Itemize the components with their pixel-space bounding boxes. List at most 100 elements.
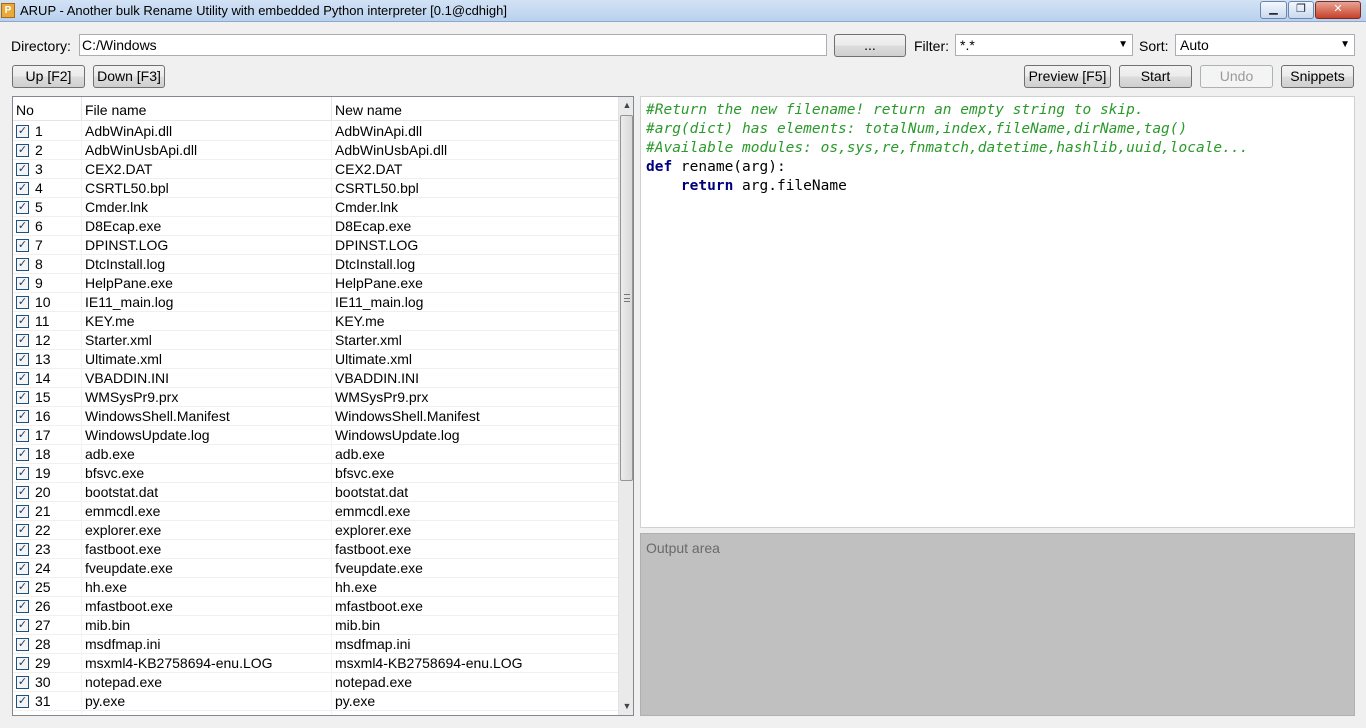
- row-checkbox[interactable]: ✓: [16, 201, 29, 214]
- row-new-name[interactable]: D8Ecap.exe: [335, 217, 617, 236]
- close-button[interactable]: ✕: [1315, 1, 1361, 19]
- row-checkbox[interactable]: ✓: [16, 315, 29, 328]
- row-new-name[interactable]: Cmder.lnk: [335, 198, 617, 217]
- row-new-name[interactable]: explorer.exe: [335, 521, 617, 540]
- row-checkbox[interactable]: ✓: [16, 676, 29, 689]
- row-new-name[interactable]: HelpPane.exe: [335, 274, 617, 293]
- row-checkbox[interactable]: ✓: [16, 619, 29, 632]
- table-row[interactable]: ✓ 6 D8Ecap.exe D8Ecap.exe: [13, 217, 618, 236]
- browse-button[interactable]: ...: [834, 34, 906, 57]
- table-row[interactable]: ✓ 5 Cmder.lnk Cmder.lnk: [13, 198, 618, 217]
- row-checkbox[interactable]: ✓: [16, 600, 29, 613]
- row-new-name[interactable]: AdbWinUsbApi.dll: [335, 141, 617, 160]
- table-row[interactable]: ✓ 12 Starter.xml Starter.xml: [13, 331, 618, 350]
- row-checkbox[interactable]: ✓: [16, 125, 29, 138]
- scroll-down-icon[interactable]: ▼: [619, 698, 633, 715]
- row-new-name[interactable]: IE11_main.log: [335, 293, 617, 312]
- row-new-name[interactable]: msxml4-KB2758694-enu.LOG: [335, 654, 617, 673]
- table-row[interactable]: ✓ 30 notepad.exe notepad.exe: [13, 673, 618, 692]
- row-new-name[interactable]: DtcInstall.log: [335, 255, 617, 274]
- row-new-name[interactable]: bootstat.dat: [335, 483, 617, 502]
- row-new-name[interactable]: WMSysPr9.prx: [335, 388, 617, 407]
- table-row[interactable]: ✓ 13 Ultimate.xml Ultimate.xml: [13, 350, 618, 369]
- column-header-new-name[interactable]: New name: [332, 97, 618, 121]
- table-row[interactable]: ✓ 14 VBADDIN.INI VBADDIN.INI: [13, 369, 618, 388]
- table-row[interactable]: ✓ 22 explorer.exe explorer.exe: [13, 521, 618, 540]
- row-new-name[interactable]: CSRTL50.bpl: [335, 179, 617, 198]
- table-row[interactable]: ✓ 20 bootstat.dat bootstat.dat: [13, 483, 618, 502]
- table-row[interactable]: ✓ 29 msxml4-KB2758694-enu.LOG msxml4-KB2758…: [13, 654, 618, 673]
- filter-select[interactable]: *.* ▼: [955, 34, 1133, 56]
- maximize-button[interactable]: ❐: [1288, 1, 1314, 19]
- file-list[interactable]: No File name New name ✓ 1 AdbWinApi.dll Adb…: [12, 96, 634, 716]
- row-checkbox[interactable]: ✓: [16, 239, 29, 252]
- row-checkbox[interactable]: ✓: [16, 638, 29, 651]
- table-row[interactable]: ✓ 23 fastboot.exe fastboot.exe: [13, 540, 618, 559]
- row-new-name[interactable]: VBADDIN.INI: [335, 369, 617, 388]
- up-button[interactable]: Up [F2]: [12, 65, 85, 88]
- row-checkbox[interactable]: ✓: [16, 334, 29, 347]
- table-row[interactable]: ✓ 4 CSRTL50.bpl CSRTL50.bpl: [13, 179, 618, 198]
- row-new-name[interactable]: mfastboot.exe: [335, 597, 617, 616]
- row-checkbox[interactable]: ✓: [16, 163, 29, 176]
- row-new-name[interactable]: notepad.exe: [335, 673, 617, 692]
- row-new-name[interactable]: WindowsUpdate.log: [335, 426, 617, 445]
- row-new-name[interactable]: Ultimate.xml: [335, 350, 617, 369]
- snippets-button[interactable]: Snippets: [1281, 65, 1354, 88]
- row-checkbox[interactable]: ✓: [16, 429, 29, 442]
- row-checkbox[interactable]: ✓: [16, 277, 29, 290]
- row-checkbox[interactable]: ✓: [16, 144, 29, 157]
- table-row[interactable]: ✓ 10 IE11_main.log IE11_main.log: [13, 293, 618, 312]
- undo-button[interactable]: Undo: [1200, 65, 1273, 88]
- row-new-name[interactable]: Starter.xml: [335, 331, 617, 350]
- row-new-name[interactable]: WindowsShell.Manifest: [335, 407, 617, 426]
- row-new-name[interactable]: emmcdl.exe: [335, 502, 617, 521]
- table-row[interactable]: ✓ 9 HelpPane.exe HelpPane.exe: [13, 274, 618, 293]
- column-header-file-name[interactable]: File name: [82, 97, 332, 121]
- row-checkbox[interactable]: ✓: [16, 695, 29, 708]
- row-new-name[interactable]: fveupdate.exe: [335, 559, 617, 578]
- table-row[interactable]: ✓ 16 WindowsShell.Manifest WindowsShell.Man…: [13, 407, 618, 426]
- table-row[interactable]: ✓ 24 fveupdate.exe fveupdate.exe: [13, 559, 618, 578]
- row-new-name[interactable]: bfsvc.exe: [335, 464, 617, 483]
- row-checkbox[interactable]: ✓: [16, 562, 29, 575]
- vertical-scrollbar[interactable]: ▲ ▼: [618, 97, 633, 715]
- table-row[interactable]: ✓ 19 bfsvc.exe bfsvc.exe: [13, 464, 618, 483]
- scrollbar-thumb[interactable]: [620, 115, 633, 481]
- row-checkbox[interactable]: ✓: [16, 486, 29, 499]
- row-checkbox[interactable]: ✓: [16, 505, 29, 518]
- table-row[interactable]: ✓ 25 hh.exe hh.exe: [13, 578, 618, 597]
- row-new-name[interactable]: fastboot.exe: [335, 540, 617, 559]
- table-row[interactable]: ✓ 31 py.exe py.exe: [13, 692, 618, 711]
- row-checkbox[interactable]: ✓: [16, 524, 29, 537]
- code-editor[interactable]: #Return the new filename! return an empt…: [640, 96, 1355, 528]
- row-checkbox[interactable]: ✓: [16, 543, 29, 556]
- row-new-name[interactable]: DPINST.LOG: [335, 236, 617, 255]
- directory-input[interactable]: C:/Windows: [79, 34, 827, 56]
- row-new-name[interactable]: py.exe: [335, 692, 617, 711]
- table-row[interactable]: ✓ 21 emmcdl.exe emmcdl.exe: [13, 502, 618, 521]
- table-row[interactable]: ✓ 15 WMSysPr9.prx WMSysPr9.prx: [13, 388, 618, 407]
- minimize-button[interactable]: ▁: [1260, 1, 1287, 19]
- table-row[interactable]: ✓ 27 mib.bin mib.bin: [13, 616, 618, 635]
- row-new-name[interactable]: KEY.me: [335, 312, 617, 331]
- row-new-name[interactable]: AdbWinApi.dll: [335, 122, 617, 141]
- column-header-no[interactable]: No: [13, 97, 82, 121]
- row-checkbox[interactable]: ✓: [16, 391, 29, 404]
- table-row[interactable]: ✓ 7 DPINST.LOG DPINST.LOG: [13, 236, 618, 255]
- down-button[interactable]: Down [F3]: [93, 65, 165, 88]
- table-row[interactable]: ✓ 18 adb.exe adb.exe: [13, 445, 618, 464]
- row-new-name[interactable]: adb.exe: [335, 445, 617, 464]
- row-checkbox[interactable]: ✓: [16, 448, 29, 461]
- table-row[interactable]: ✓ 11 KEY.me KEY.me: [13, 312, 618, 331]
- scroll-up-icon[interactable]: ▲: [619, 97, 633, 114]
- row-checkbox[interactable]: ✓: [16, 182, 29, 195]
- table-row[interactable]: ✓ 3 CEX2.DAT CEX2.DAT: [13, 160, 618, 179]
- row-checkbox[interactable]: ✓: [16, 467, 29, 480]
- row-checkbox[interactable]: ✓: [16, 657, 29, 670]
- table-row[interactable]: ✓ 26 mfastboot.exe mfastboot.exe: [13, 597, 618, 616]
- table-row[interactable]: ✓ 17 WindowsUpdate.log WindowsUpdate.log: [13, 426, 618, 445]
- row-new-name[interactable]: hh.exe: [335, 578, 617, 597]
- row-checkbox[interactable]: ✓: [16, 296, 29, 309]
- row-checkbox[interactable]: ✓: [16, 258, 29, 271]
